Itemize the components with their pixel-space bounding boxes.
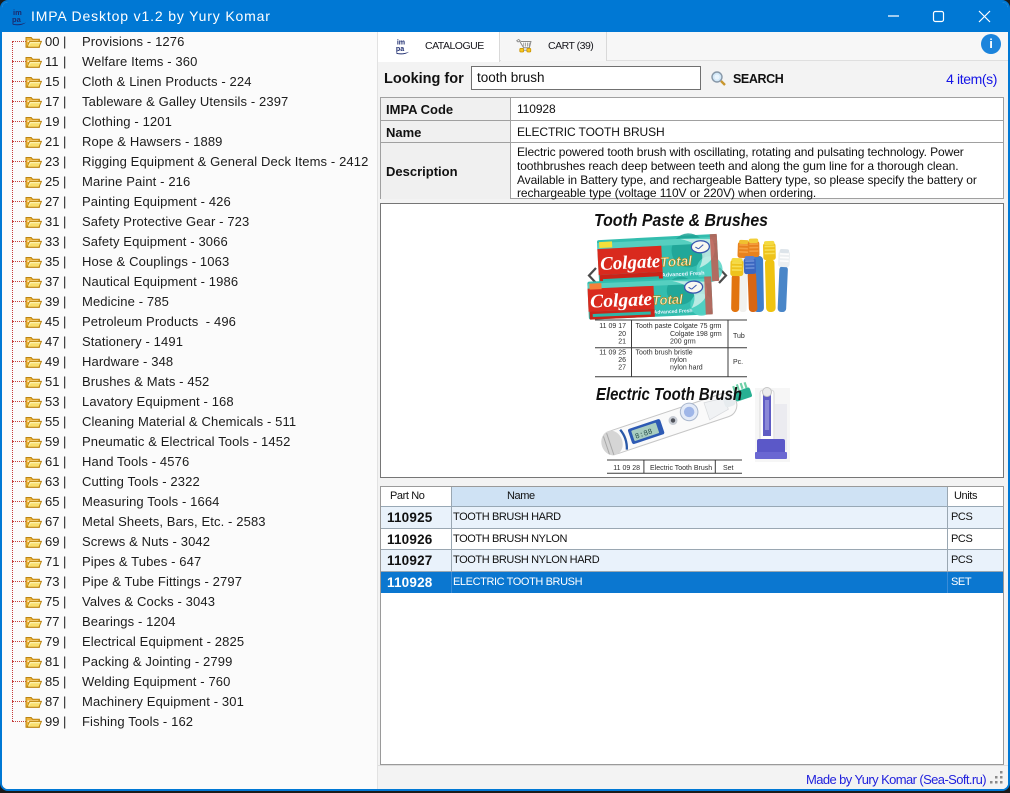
svg-text:pa: pa [12, 15, 22, 24]
svg-text:Total: Total [652, 292, 684, 308]
svg-text:11 09 17: 11 09 17 [599, 323, 626, 330]
svg-text:Total: Total [660, 253, 693, 270]
svg-text:Tooth paste Colgate 75 grm: Tooth paste Colgate 75 grm [636, 323, 722, 330]
svg-text:Tub: Tub [733, 333, 745, 340]
svg-text:nylon hard: nylon hard [670, 364, 703, 371]
svg-text:20: 20 [618, 331, 626, 338]
svg-text:Colgate 198 grm: Colgate 198 grm [670, 331, 722, 338]
svg-text:Tooth Paste & Brushes: Tooth Paste & Brushes [594, 210, 768, 230]
svg-text:21: 21 [618, 338, 626, 345]
svg-text:Tooth brush bristle: Tooth brush bristle [636, 350, 693, 357]
svg-text:pa: pa [396, 45, 404, 53]
svg-text:Pc.: Pc. [733, 359, 743, 366]
svg-text:Colgate: Colgate [590, 289, 653, 313]
svg-text:27: 27 [618, 364, 626, 371]
svg-text:11 09 28: 11 09 28 [613, 465, 640, 472]
svg-text:200 grm: 200 grm [670, 338, 696, 345]
svg-text:Colgate: Colgate [600, 251, 662, 275]
svg-text:nylon: nylon [670, 357, 687, 364]
svg-text:Electric Tooth Brush: Electric Tooth Brush [596, 384, 742, 404]
svg-text:Electric Tooth Brush: Electric Tooth Brush [650, 465, 712, 472]
svg-text:26: 26 [618, 357, 626, 364]
svg-text:11 09 25: 11 09 25 [599, 350, 626, 357]
svg-text:Set: Set [723, 465, 734, 472]
